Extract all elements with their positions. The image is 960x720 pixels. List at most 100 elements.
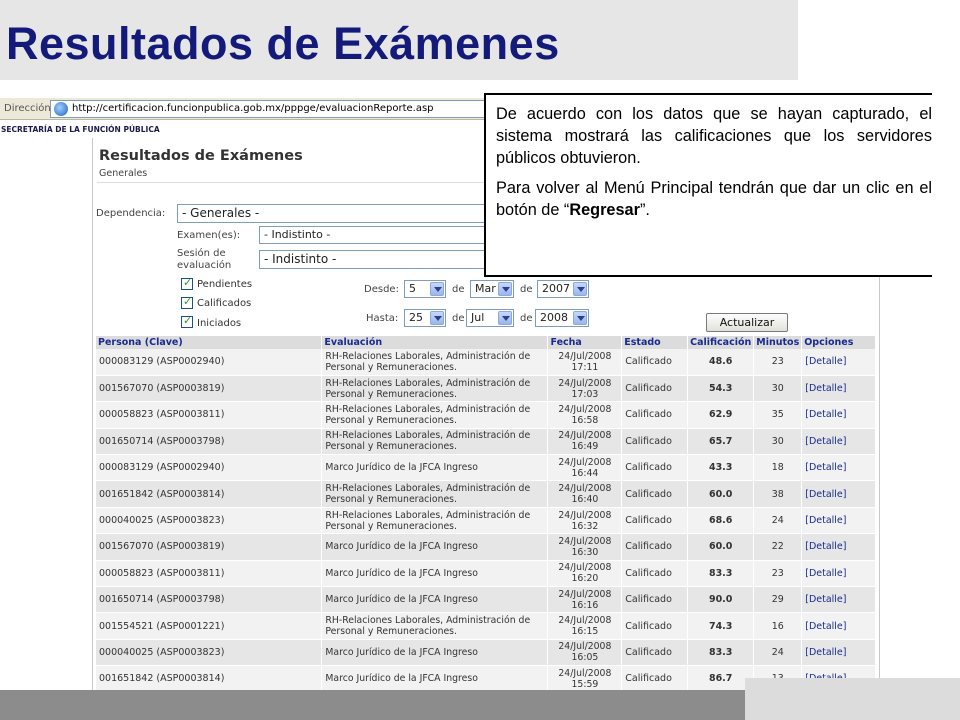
callout-paragraph-2-start: Para volver al Menú Principal tendrán qu… xyxy=(496,179,932,219)
cell-estado: Calificado xyxy=(621,507,689,535)
detalle-link[interactable]: [Detalle] xyxy=(805,568,846,579)
cell-fecha: 24/Jul/2008 16:30 xyxy=(547,533,623,561)
table-row: 001554521 (ASP0001221) RH-Relaciones Labo… xyxy=(96,612,876,640)
detalle-link[interactable]: [Detalle] xyxy=(805,621,846,632)
cell-fecha: 24/Jul/2008 16:16 xyxy=(547,586,623,614)
cell-fecha: 24/Jul/2008 16:49 xyxy=(547,428,623,456)
desde-month-select[interactable]: Mar xyxy=(470,280,514,298)
cell-estado: Calificado xyxy=(621,428,689,456)
detalle-link[interactable]: [Detalle] xyxy=(805,409,846,420)
cell-evaluacion: Marco Jurídico de la JFCA Ingreso xyxy=(321,454,549,482)
hasta-day-select[interactable]: 25 xyxy=(404,309,446,327)
address-label: Dirección xyxy=(4,103,51,114)
cell-minutos: 23 xyxy=(753,349,803,376)
detalle-link[interactable]: [Detalle] xyxy=(805,356,846,367)
cell-evaluacion: RH-Relaciones Laborales, Administración … xyxy=(321,401,549,429)
cell-persona: 001650714 (ASP0003798) xyxy=(96,428,323,456)
cell-minutos: 29 xyxy=(753,586,803,614)
cell-estado: Calificado xyxy=(621,612,689,640)
results-table-body: 000083129 (ASP0002940) RH-Relaciones Labo… xyxy=(96,349,876,692)
dependencia-select[interactable]: - Generales - xyxy=(177,204,487,223)
examenes-select[interactable]: - Indistinto - xyxy=(259,226,487,244)
cell-fecha: 24/Jul/2008 16:32 xyxy=(547,507,623,535)
page-title: Resultados de Exámenes xyxy=(99,148,303,164)
hasta-month-value: Jul xyxy=(471,311,485,324)
detalle-link[interactable]: [Detalle] xyxy=(805,489,846,500)
fecha-time: 16:32 xyxy=(571,520,599,532)
cell-estado: Calificado xyxy=(621,639,689,667)
slide-title: Resultados de Exámenes xyxy=(6,18,560,69)
chevron-down-icon xyxy=(430,282,444,296)
callout-paragraph-1: De acuerdo con los datos que se hayan ca… xyxy=(496,105,932,167)
cell-calificacion: 62.9 xyxy=(687,401,755,429)
cell-evaluacion: RH-Relaciones Laborales, Administración … xyxy=(321,480,549,508)
column-header-persona[interactable]: Persona (Clave) xyxy=(96,336,323,349)
cell-fecha: 24/Jul/2008 16:44 xyxy=(547,454,623,482)
cell-opciones: [Detalle] xyxy=(801,401,876,429)
detalle-link[interactable]: [Detalle] xyxy=(805,462,846,473)
cell-evaluacion: RH-Relaciones Laborales, Administración … xyxy=(321,349,549,376)
dependencia-label: Dependencia: xyxy=(96,208,166,219)
checkbox-calificados-label: Calificados xyxy=(197,298,252,309)
cell-estado: Calificado xyxy=(621,454,689,482)
cell-calificacion: 54.3 xyxy=(687,375,755,403)
page-subtitle: Generales xyxy=(99,168,148,179)
cell-persona: 000058823 (ASP0003811) xyxy=(96,560,323,588)
detalle-link[interactable]: [Detalle] xyxy=(805,594,846,605)
detalle-link[interactable]: [Detalle] xyxy=(805,436,846,447)
checkbox-iniciados[interactable] xyxy=(181,314,193,328)
sesion-select[interactable]: - Indistinto - xyxy=(259,250,487,269)
url-field[interactable]: http://certificacion.funcionpublica.gob.… xyxy=(50,99,520,118)
column-header-minutos[interactable]: Minutos xyxy=(753,336,803,349)
url-text: http://certificacion.funcionpublica.gob.… xyxy=(72,103,434,114)
cell-calificacion: 90.0 xyxy=(687,586,755,614)
cell-calificacion: 65.7 xyxy=(687,428,755,456)
cell-calificacion: 60.0 xyxy=(687,533,755,561)
cell-fecha: 24/Jul/2008 17:11 xyxy=(547,349,623,376)
desde-day-select[interactable]: 5 xyxy=(404,280,446,298)
fecha-date: 24/Jul/2008 xyxy=(558,641,612,653)
actualizar-button[interactable]: Actualizar xyxy=(706,313,788,332)
table-row: 000040025 (ASP0003823) RH-Relaciones Labo… xyxy=(96,507,876,535)
fecha-date: 24/Jul/2008 xyxy=(558,535,612,547)
slide-right-margin xyxy=(932,80,960,678)
cell-fecha: 24/Jul/2008 15:59 xyxy=(547,665,623,692)
checkbox-calificados[interactable] xyxy=(181,295,193,309)
desde-label: Desde: xyxy=(364,284,399,295)
cell-fecha: 24/Jul/2008 17:03 xyxy=(547,375,623,403)
column-header-fecha[interactable]: Fecha xyxy=(547,336,623,349)
cell-minutos: 16 xyxy=(753,612,803,640)
cell-calificacion: 68.6 xyxy=(687,507,755,535)
cell-calificacion: 43.3 xyxy=(687,454,755,482)
results-table: Persona (Clave) Evaluación Fecha Estado … xyxy=(96,336,876,692)
sesion-value: - Indistinto - xyxy=(264,252,337,266)
cell-persona: 000083129 (ASP0002940) xyxy=(96,454,323,482)
hasta-year-select[interactable]: 2008 xyxy=(535,309,589,327)
column-header-opciones: Opciones xyxy=(801,336,876,349)
chevron-down-icon xyxy=(498,311,512,325)
detalle-link[interactable]: [Detalle] xyxy=(805,383,846,394)
instruction-callout: De acuerdo con los datos que se hayan ca… xyxy=(484,93,942,277)
table-row: 001650714 (ASP0003798) RH-Relaciones Labo… xyxy=(96,428,876,456)
cell-persona: 001567070 (ASP0003819) xyxy=(96,375,323,403)
fecha-date: 24/Jul/2008 xyxy=(558,403,612,415)
cell-estado: Calificado xyxy=(621,480,689,508)
desde-year-select[interactable]: 2007 xyxy=(537,280,589,298)
fecha-date: 24/Jul/2008 xyxy=(558,350,612,362)
detalle-link[interactable]: [Detalle] xyxy=(805,647,846,658)
detalle-link[interactable]: [Detalle] xyxy=(805,541,846,552)
examenes-value: - Indistinto - xyxy=(264,228,331,241)
hasta-month-select[interactable]: Jul xyxy=(466,309,514,327)
cell-calificacion: 83.3 xyxy=(687,639,755,667)
cell-estado: Calificado xyxy=(621,560,689,588)
checkbox-pendientes[interactable] xyxy=(181,276,193,290)
detalle-link[interactable]: [Detalle] xyxy=(805,515,846,526)
column-header-evaluacion[interactable]: Evaluación xyxy=(321,336,549,349)
fecha-time: 15:59 xyxy=(571,678,599,690)
column-header-estado[interactable]: Estado xyxy=(621,336,689,349)
cell-fecha: 24/Jul/2008 16:15 xyxy=(547,612,623,640)
cell-evaluacion: RH-Relaciones Laborales, Administración … xyxy=(321,507,549,535)
column-header-calificacion[interactable]: Calificación xyxy=(687,336,755,349)
fecha-date: 24/Jul/2008 xyxy=(558,456,612,468)
table-row: 000058823 (ASP0003811) Marco Jurídico de … xyxy=(96,560,876,588)
